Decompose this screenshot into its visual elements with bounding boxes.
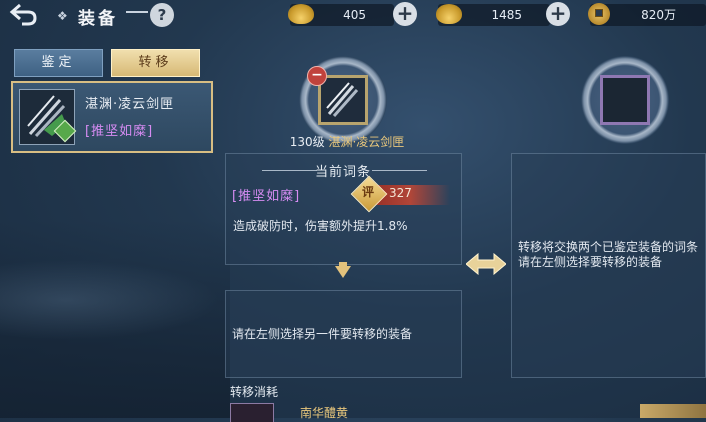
back-arrow-icon (9, 3, 37, 26)
score-badge-label: 评 (361, 185, 374, 199)
cost-item-name: 南华醴黄 (300, 406, 349, 420)
equipped-item-frame (318, 75, 368, 125)
cost-item-thumbnail (230, 403, 274, 422)
swap-arrows-icon (466, 253, 506, 275)
back-button[interactable] (6, 2, 40, 28)
description-line-2: 请在左侧选择要转移的装备 (518, 255, 663, 269)
add-ingot-2-button[interactable]: + (546, 2, 570, 26)
score-value: 327 (389, 186, 412, 200)
item-name: 湛渊·凌云剑匣 (85, 97, 175, 112)
confirm-button-edge[interactable] (640, 404, 706, 418)
cost-title: 转移消耗 (230, 385, 279, 399)
resource-value-3: 820万 (641, 8, 676, 22)
help-button[interactable]: ? (150, 3, 174, 27)
background-mist-glow (0, 260, 220, 340)
title-ornament-icon: ❖ (57, 9, 68, 23)
title-divider (126, 11, 148, 13)
target-entry-prompt: 请在左侧选择另一件要转移的装备 (232, 327, 413, 341)
resource-value-2: 1485 (491, 8, 522, 22)
down-arrow-icon (335, 266, 351, 278)
copper-coin-icon (588, 3, 610, 25)
list-item[interactable]: 湛渊·凌云剑匣 [推坚如糜] (11, 81, 213, 153)
item-attribute: [推坚如糜] (85, 124, 154, 139)
current-entry-effect: 造成破防时，伤害额外提升1.8% (233, 219, 408, 233)
tab-transfer[interactable]: 转移 (111, 49, 200, 77)
empty-slot-frame (600, 75, 650, 125)
description-line-1: 转移将交换两个已鉴定装备的词条 (518, 240, 699, 254)
tab-identify[interactable]: 鉴定 (14, 49, 103, 77)
remove-item-button[interactable]: − (307, 66, 327, 86)
add-ingot-1-button[interactable]: + (393, 2, 417, 26)
description-text: 转移将交换两个已鉴定装备的词条 请在左侧选择要转移的装备 (518, 240, 704, 270)
current-entry-attribute: [推坚如糜] (232, 189, 301, 204)
page-title: 装备 (78, 9, 118, 29)
slot-item-level: 130级 (289, 135, 325, 149)
gold-ingot-icon (288, 4, 314, 24)
slot-item-name: 湛渊·凌云剑匣 (328, 135, 405, 149)
sword-case-icon (326, 82, 359, 117)
resource-value-1: 405 (343, 8, 366, 22)
gold-ingot-icon (436, 4, 462, 24)
slot-item-label: 130级 湛渊·凌云剑匣 (252, 133, 442, 150)
current-entry-title: 当前词条 (314, 165, 371, 180)
